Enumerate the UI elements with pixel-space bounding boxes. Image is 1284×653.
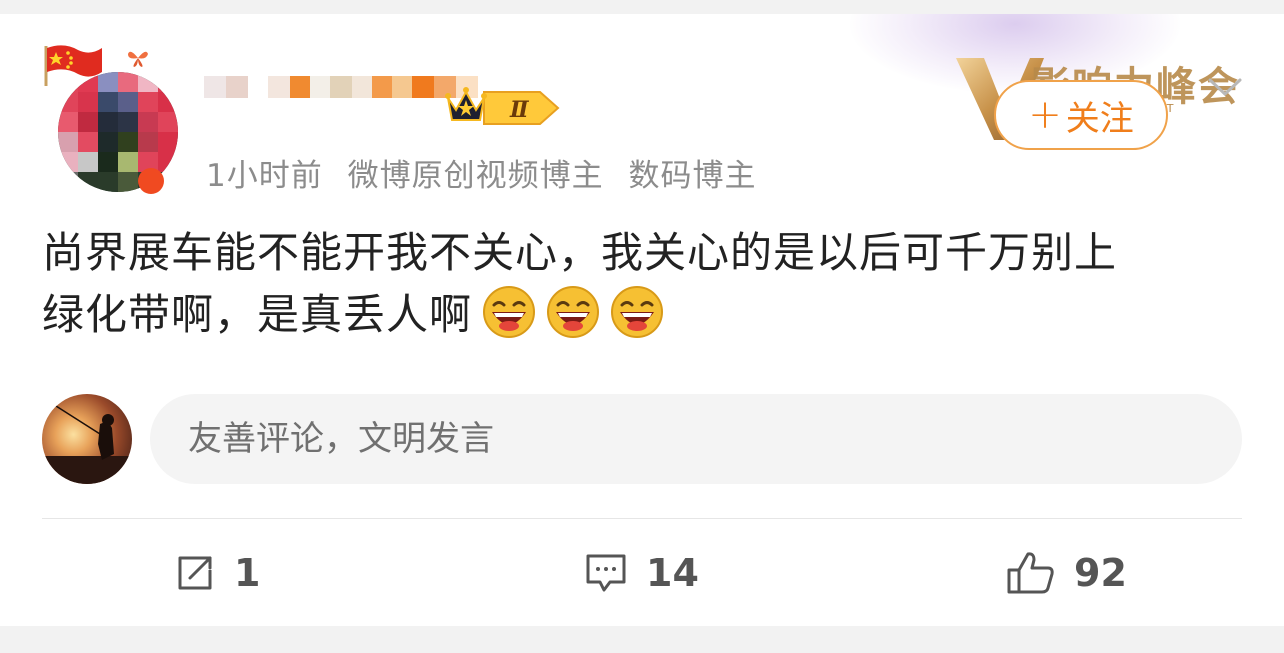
comment-input[interactable]: 友善评论，文明发言 xyxy=(150,394,1242,484)
comment-count: 14 xyxy=(646,551,699,595)
author-avatar[interactable] xyxy=(40,42,180,202)
post-time: 1小时前 xyxy=(206,158,323,194)
laughing-emoji-icon xyxy=(547,286,600,338)
follow-button[interactable]: + 关注 xyxy=(994,80,1168,150)
post-content-line-1: 尚界展车能不能开我不关心，我关心的是以后可千万别上 xyxy=(42,228,1118,277)
repost-button[interactable]: 1 xyxy=(174,548,260,598)
butterfly-icon xyxy=(128,51,148,67)
post-content-line-2: 绿化带啊，是真丢人啊 xyxy=(42,284,1252,346)
comment-icon xyxy=(586,554,626,592)
china-flag-icon xyxy=(44,45,102,86)
bottom-spacer xyxy=(0,626,1284,653)
author-tag-2: 数码博主 xyxy=(628,158,757,194)
post-meta: 1小时前 微博原创视频博主 数码博主 xyxy=(206,150,770,195)
post-card: Ⅱ 1小时前 微博原创视频博主 数码博主 影响力峰会 MIT + 关注 xyxy=(0,14,1284,626)
post-content: 尚界展车能不能开我不关心，我关心的是以后可千万别上 绿化带啊，是真丢人啊 xyxy=(42,222,1252,346)
post-content-line-2-text: 绿化带啊，是真丢人啊 xyxy=(42,290,473,339)
thumbs-up-icon xyxy=(1007,552,1054,594)
like-button[interactable]: 92 xyxy=(1006,548,1127,598)
avatar-badge xyxy=(138,168,164,194)
chevron-down-icon[interactable] xyxy=(1206,72,1244,102)
laughing-emoji-icon xyxy=(483,286,536,338)
repost-count: 1 xyxy=(234,551,261,595)
like-count: 92 xyxy=(1074,551,1127,595)
plus-icon: + xyxy=(1028,92,1062,138)
current-user-avatar[interactable] xyxy=(42,394,132,484)
follow-label: 关注 xyxy=(1065,98,1134,139)
author-tag-1: 微博原创视频博主 xyxy=(347,158,604,194)
laughing-emoji-icon xyxy=(611,286,664,338)
comment-button[interactable]: 14 xyxy=(584,548,699,598)
divider xyxy=(42,518,1242,519)
level-badge-text: Ⅱ xyxy=(509,97,530,123)
author-name-blurred[interactable] xyxy=(204,76,478,98)
repost-icon xyxy=(178,556,212,590)
vip-crown-badge-icon: Ⅱ xyxy=(445,87,560,125)
